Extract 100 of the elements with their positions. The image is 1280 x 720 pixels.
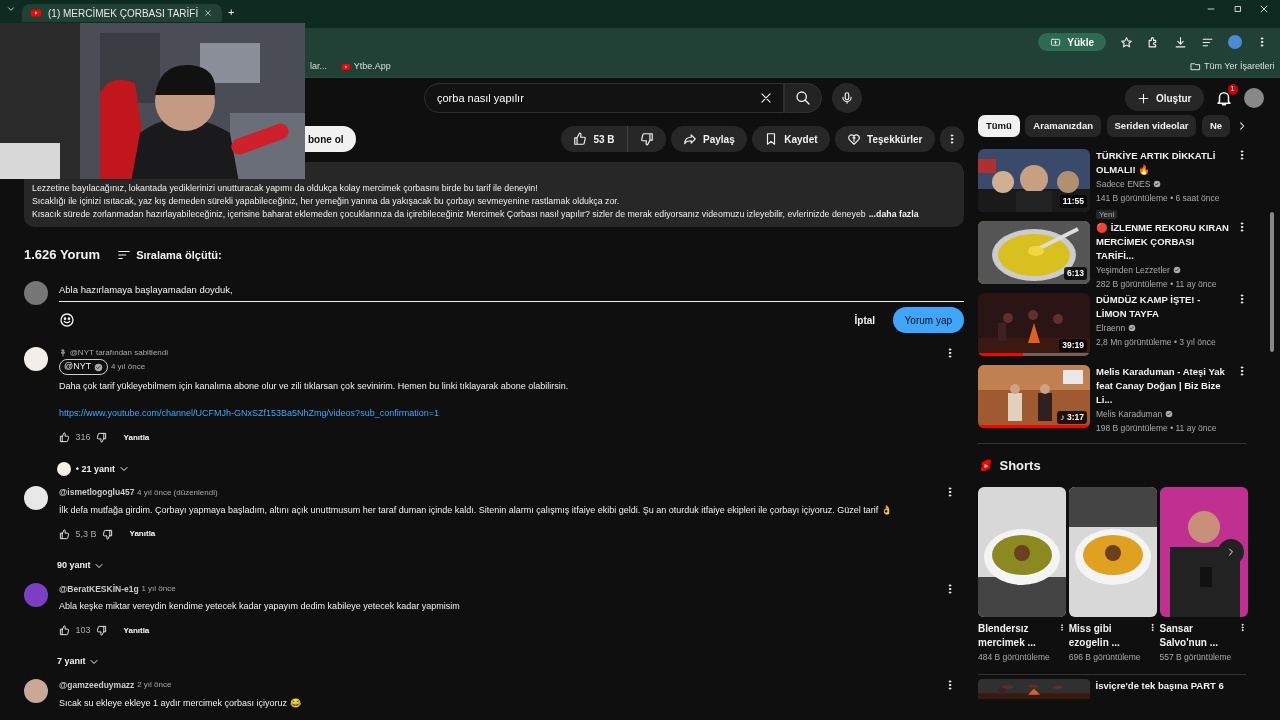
thumbs-down-icon[interactable] (96, 625, 108, 636)
video-title[interactable]: DÜMDÜZ KAMP İŞTE! - LİMON TAYFA (1096, 293, 1230, 321)
search-input[interactable]: çorba nasıl yapılır (435, 88, 753, 108)
notifications-icon[interactable] (1214, 89, 1233, 107)
comment-submit-button[interactable]: Yorum yap (892, 307, 964, 334)
plus-icon (1136, 91, 1150, 105)
star-icon[interactable] (1120, 35, 1133, 49)
replies-button[interactable]: 90 yanıt (57, 559, 106, 573)
thumbs-down-icon[interactable] (102, 528, 113, 540)
user-avatar[interactable] (24, 486, 48, 511)
share-icon (683, 132, 698, 146)
close-icon[interactable] (1259, 4, 1269, 14)
replies-button[interactable]: • 21 yanıt (57, 462, 130, 477)
short-views: 484 B görüntüleme (978, 651, 1051, 664)
verified-icon (94, 362, 104, 372)
comment-text: İlk defa mutfağa girdim. Çorbayı yapmaya başladım, altını açık unuttmusum her taraf duman içinde kaldı. Sitenin alarmı çalışmış itfaiye ekibi geldi. Şu an oturduk itfaiye ekipleri ile çorbayı içiyoruz. Güzel tarif 👌 (59, 504, 893, 517)
user-avatar[interactable] (24, 347, 48, 372)
comment-text: Abla keşke miktar vereydin kendime yetecek kadar yapayım dedim kabileye yetecek kadar yapmisim (59, 600, 461, 614)
video-icon (341, 61, 351, 72)
thumbs-up-icon[interactable] (59, 432, 70, 443)
new-tab-button[interactable]: + (228, 4, 235, 21)
filter-chip[interactable]: Seriden videolar (1106, 115, 1197, 137)
user-avatar[interactable] (24, 678, 48, 703)
search-button[interactable] (784, 83, 822, 113)
close-icon[interactable] (204, 9, 213, 17)
cancel-button[interactable]: İptal (842, 307, 888, 334)
video-title[interactable]: İsviçre'de tek başına PART 6 (1095, 679, 1224, 699)
video-duration: ♪ 3:17 (1057, 411, 1087, 424)
thumbs-down-icon[interactable] (96, 432, 108, 443)
video-duration: 6:13 (1064, 267, 1087, 280)
video-title[interactable]: Melis Karaduman - Ateşi Yak feat Canay Doğan | Biz Bize Li... (1096, 365, 1230, 407)
short-title[interactable]: Miss gibi ezogelin ... (1068, 622, 1148, 650)
reply-button[interactable]: Yanıtla (129, 528, 156, 541)
folder-icon (1190, 61, 1202, 72)
short-title[interactable]: Sansar Salvo'nun ... (1159, 622, 1239, 650)
voice-search-button[interactable] (832, 83, 862, 113)
browser-tab[interactable]: (1) MERCİMEK ÇORBASI TARİFİ (22, 4, 222, 22)
more-button[interactable] (940, 126, 964, 152)
video-meta: 198 B görüntüleme • 11 ay önce (1096, 422, 1218, 435)
mic-icon (840, 91, 854, 105)
thanks-button[interactable]: Teşekkürler (835, 126, 935, 152)
show-more-link[interactable]: ...daha fazla (865, 208, 919, 221)
thumbs-up-icon[interactable] (59, 528, 70, 540)
tab-title: (1) MERCİMEK ÇORBASI TARİFİ (48, 6, 199, 21)
thumbs-up-icon (573, 132, 588, 146)
upload-button[interactable]: Yükle (1038, 33, 1106, 51)
video-meta: 2,8 Mn görüntüleme • 3 yıl önce (1096, 336, 1217, 349)
comment-count: 1.626 Yorum (24, 246, 101, 264)
replies-button[interactable]: 7 yanıt (57, 655, 101, 669)
channel-name[interactable]: Yeşimden Lezzetler (1096, 263, 1170, 277)
filter-chip[interactable]: Aramanızdan (1025, 115, 1101, 137)
create-button[interactable]: Oluştur (1124, 85, 1204, 111)
comment-time: 2 yıl önce (137, 679, 172, 692)
pinned-label: @NYT tarafından sabitlendi (69, 347, 168, 360)
channel-name[interactable]: Melis Karaduman (1096, 407, 1163, 421)
dislike-button[interactable] (626, 126, 666, 152)
clear-icon[interactable] (759, 91, 773, 105)
filter-chip[interactable]: Ne (1201, 115, 1231, 137)
comment-author[interactable]: @BeratKESKİN-e1g (59, 582, 139, 596)
reply-button[interactable]: Yanıtla (123, 624, 150, 637)
comment-time: 4 yıl önce (110, 361, 146, 373)
channel-name[interactable]: Elraenn (1096, 321, 1126, 335)
heart-icon (847, 132, 862, 146)
search-field[interactable]: çorba nasıl yapılır (424, 83, 784, 113)
subscribe-button[interactable]: bone ol (304, 126, 356, 152)
channel-name[interactable]: Sadece ENES (1096, 177, 1151, 191)
thumbs-down-icon (639, 132, 654, 146)
like-button[interactable]: 53 B (561, 126, 627, 152)
bookmark[interactable]: Ytbe.App (341, 59, 391, 74)
short-title[interactable]: Blendersız mercimek ... (978, 622, 1059, 650)
bookmark[interactable]: lar... (310, 59, 327, 74)
thumbs-up-icon[interactable] (59, 625, 70, 636)
video-title[interactable]: 🔴 İZLENME REKORU KIRAN MERCİMEK ÇORBASI TARİFİ... (1096, 221, 1230, 263)
all-bookmarks[interactable]: Tüm Yer İşaretleri (1190, 59, 1275, 74)
filter-chip[interactable]: Tümü (978, 115, 1020, 137)
scrollbar[interactable] (1270, 212, 1274, 352)
save-button[interactable]: Kaydet (752, 126, 830, 152)
video-title[interactable]: TÜRKİYE ARTIK DİKKATLİ OLMALI! 🔥 (1096, 149, 1230, 177)
download-icon[interactable] (1174, 35, 1187, 49)
upload-icon (1050, 36, 1062, 48)
section-title: Shorts (999, 457, 1041, 475)
like-count: 5,3 B (75, 527, 97, 541)
description-text: Sıcaklığı ile içinizi ısıtacak, yaz kış demeden sürekli yapabileceğiniz, her yemeğin yanına da yakışacak bu çorbayı sevmeyenine rastlamak oldukça zor. (32, 195, 620, 208)
maximize-icon[interactable] (1232, 4, 1243, 14)
profile-avatar[interactable] (1228, 35, 1242, 49)
reply-avatar (57, 462, 71, 477)
comment-input[interactable]: Abla hazırlamaya başlayamadan doyduk, (59, 280, 964, 302)
emoji-icon[interactable] (59, 312, 75, 329)
reply-button[interactable]: Yanıtla (123, 431, 150, 444)
tab-list-icon[interactable] (6, 4, 16, 14)
video-icon (30, 7, 42, 19)
sort-button[interactable]: Sıralama ölçütü: (116, 246, 222, 263)
video-duration: 11:55 (1059, 195, 1087, 208)
share-button[interactable]: Paylaş (671, 126, 747, 152)
comment-link[interactable]: https://www.youtube.com/channel/UCFMJh-GNxSZf153Ba5NhZmg/videos?sub_confirmation=1 (59, 407, 439, 421)
comment-author[interactable]: @gamzeeduymazz (59, 678, 135, 692)
more-icon[interactable] (1058, 622, 1066, 633)
like-count: 316 (75, 430, 91, 444)
like-count: 103 (75, 623, 91, 637)
comment-author[interactable]: @ismetlogoglu457 (59, 486, 135, 499)
